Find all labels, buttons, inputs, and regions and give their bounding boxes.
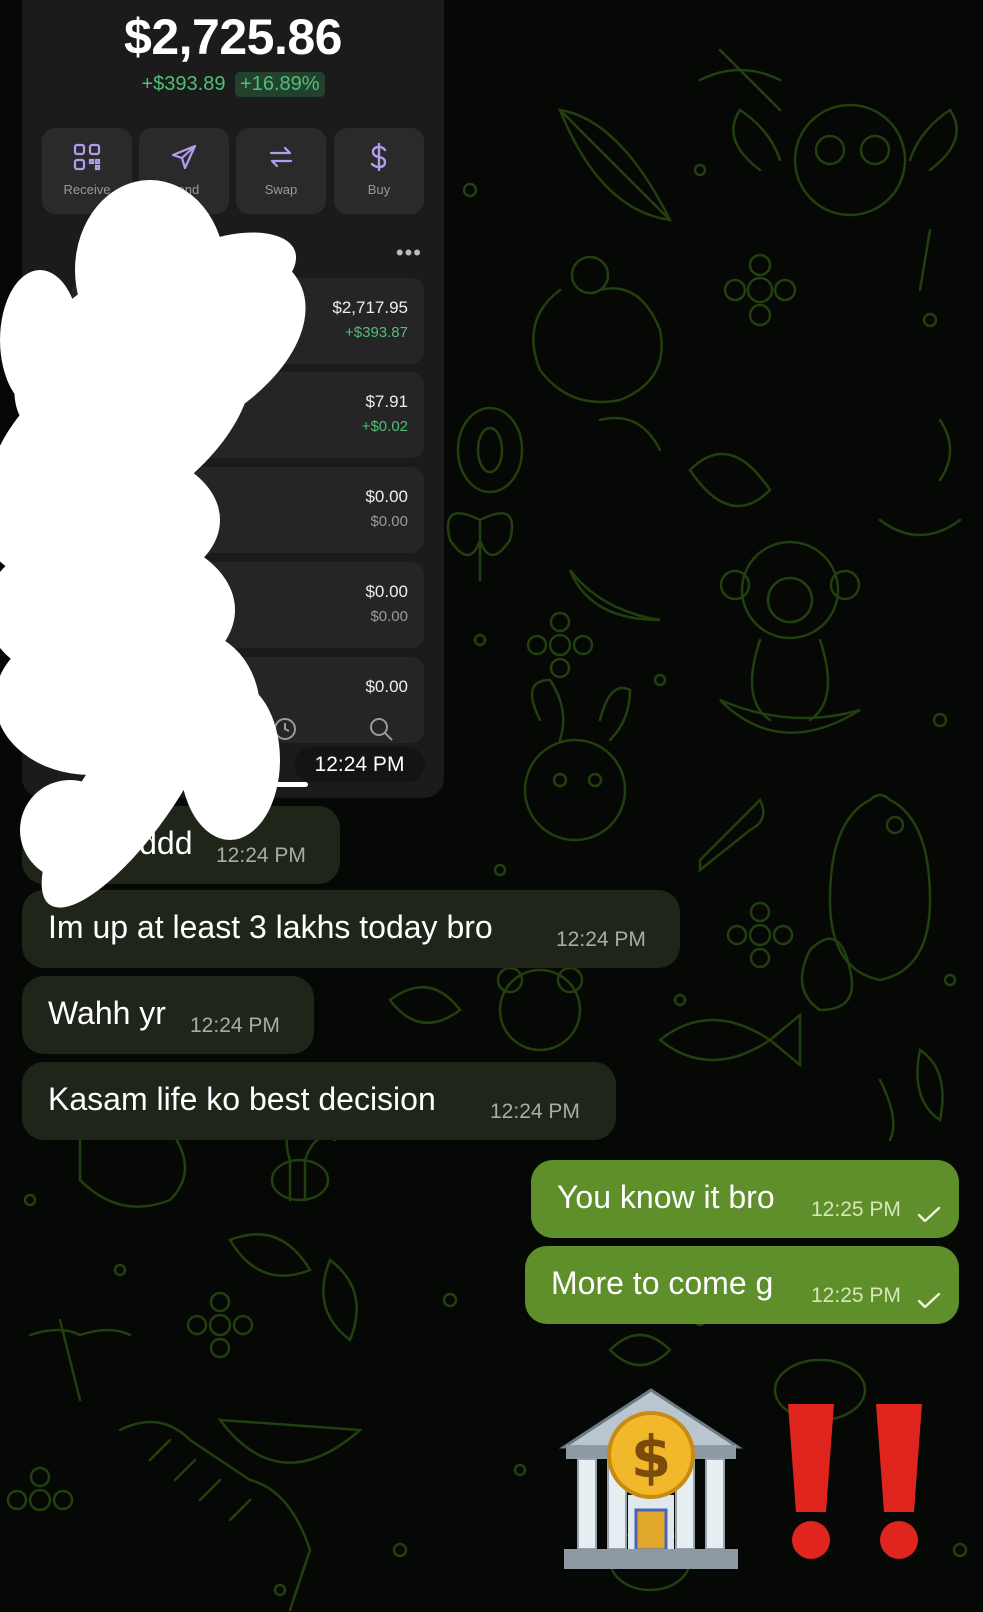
message-bubble-incoming[interactable]: Wahh yr 12:24 PM [22,976,314,1054]
token-change: +$0.02 [361,418,408,435]
token-row[interactable]: $7.91 +$0.02 [72,372,424,458]
token-row[interactable]: $0.00 $0.00 [72,467,424,553]
token-value: $7.91 [365,392,408,411]
message-text: You know it bro [557,1179,775,1215]
send-label: Send [168,182,200,197]
token-row[interactable]: $0.00 $0.00 [72,562,424,648]
message-text: Kasam life ko best decision [48,1081,436,1117]
message-text: More to come g [551,1265,774,1301]
change-amount: +$393.89 [141,73,226,95]
balance-change: +$393.89 +16.89% [22,72,444,97]
message-time: 12:24 PM [216,844,306,867]
sent-check-icon [917,1206,941,1223]
change-percent-badge: +16.89% [235,72,325,97]
message-text: Wahh yr [48,995,166,1031]
swap-button[interactable]: Swap [236,128,326,214]
token-change: $0.00 [370,608,408,625]
double-exclamation-emoji [788,1404,922,1559]
token-change: +$393.87 [345,324,408,341]
message-time: 12:24 PM [190,1014,280,1037]
history-icon[interactable] [272,716,298,742]
wallet-screenshot: $2,725.86 +$393.89 +16.89% Receive Send … [22,0,444,798]
message-bubble-incoming[interactable]: Kasam life ko best decision 12:24 PM [22,1062,616,1140]
token-row[interactable]: $2,717.95 +$393.87 [72,278,424,364]
token-value: $0.00 [365,582,408,601]
receive-button[interactable]: Receive [42,128,132,214]
search-icon[interactable] [368,716,394,742]
message-bubble-incoming[interactable]: Im up at least 3 lakhs today bro 12:24 P… [22,890,680,968]
wallet-actions: Receive Send Swap Buy [42,128,424,214]
message-time: 12:24 PM [556,928,646,951]
total-balance: $2,725.86 [124,9,342,65]
swap-label: Swap [264,182,298,197]
home-indicator [160,782,308,787]
message-bubble-outgoing[interactable]: More to come g 12:25 PM [525,1246,959,1324]
receive-label: Receive [63,182,111,197]
svg-text:$: $ [631,1423,671,1491]
qr-code-icon [73,143,101,171]
token-value: $2,717.95 [332,298,408,317]
swap-icon [269,146,293,168]
dollar-icon [370,142,387,172]
buy-label: Buy [367,182,391,197]
message-text: siddd [116,825,193,861]
send-icon [171,144,197,170]
message-time: 12:25 PM [811,1284,901,1307]
token-value: $0.00 [365,677,408,696]
buy-button[interactable]: Buy [334,128,424,214]
sent-check-icon [917,1292,941,1309]
token-change: $0.00 [370,513,408,530]
more-options-icon[interactable]: ••• [396,240,422,266]
message-text: Im up at least 3 lakhs today bro [48,909,493,945]
token-value: $0.00 [365,487,408,506]
message-bubble-incoming[interactable]: siddd 12:24 PM [22,806,340,884]
message-bubble-outgoing[interactable]: You know it bro 12:25 PM [531,1160,959,1238]
send-button[interactable]: Send [139,128,229,214]
bank-emoji: $ [558,1388,744,1569]
message-time: 12:25 PM [811,1198,901,1221]
photo-timestamp: 12:24 PM [294,747,425,782]
message-time: 12:24 PM [490,1100,580,1123]
